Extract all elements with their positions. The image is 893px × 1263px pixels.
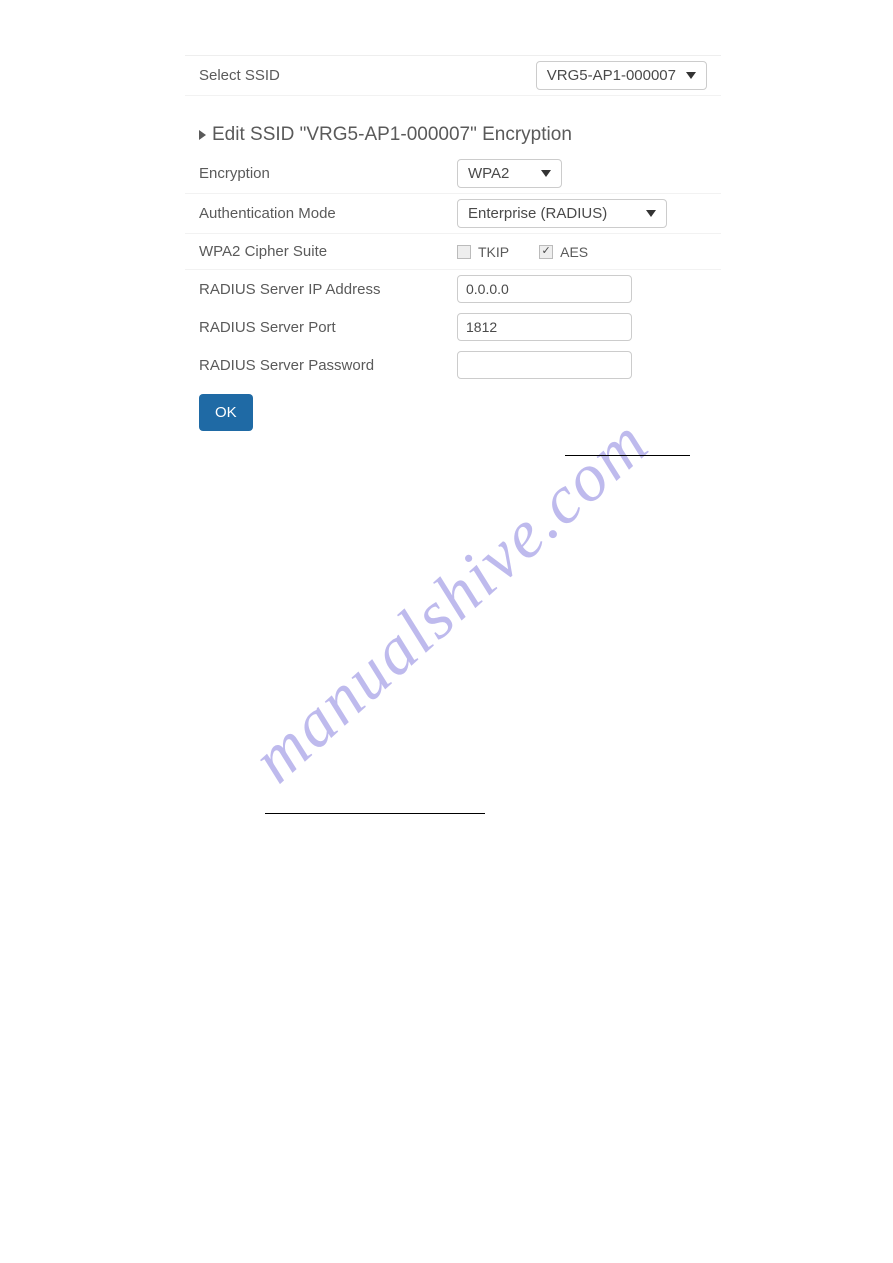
ok-button[interactable]: OK xyxy=(199,394,253,431)
radius-ip-input[interactable] xyxy=(457,275,632,303)
auth-mode-value: Enterprise (RADIUS) xyxy=(468,205,607,222)
ssid-select[interactable]: VRG5-AP1-000007 xyxy=(536,61,707,90)
chevron-down-icon xyxy=(541,170,551,177)
tkip-checkbox[interactable] xyxy=(457,245,471,259)
ssid-select-value: VRG5-AP1-000007 xyxy=(547,67,676,84)
encryption-panel: Select SSID VRG5-AP1-000007 Edit SSID "V… xyxy=(185,55,721,441)
radius-pass-input[interactable] xyxy=(457,351,632,379)
tkip-label: TKIP xyxy=(478,244,509,260)
select-ssid-row: Select SSID VRG5-AP1-000007 xyxy=(185,56,721,96)
encryption-row: Encryption WPA2 xyxy=(185,154,721,194)
radius-ip-label: RADIUS Server IP Address xyxy=(199,277,457,302)
decorative-line xyxy=(265,813,485,814)
chevron-right-icon xyxy=(199,130,206,140)
radius-ip-row: RADIUS Server IP Address xyxy=(185,270,721,308)
auth-mode-select[interactable]: Enterprise (RADIUS) xyxy=(457,199,667,228)
select-ssid-label: Select SSID xyxy=(199,63,446,88)
cipher-suite-row: WPA2 Cipher Suite TKIP AES xyxy=(185,234,721,270)
chevron-down-icon xyxy=(686,72,696,79)
radius-port-row: RADIUS Server Port xyxy=(185,308,721,346)
auth-mode-label: Authentication Mode xyxy=(199,201,457,226)
encryption-select[interactable]: WPA2 xyxy=(457,159,562,188)
chevron-down-icon xyxy=(646,210,656,217)
auth-mode-row: Authentication Mode Enterprise (RADIUS) xyxy=(185,194,721,234)
cipher-suite-label: WPA2 Cipher Suite xyxy=(199,239,457,264)
radius-pass-row: RADIUS Server Password xyxy=(185,346,721,384)
edit-ssid-title: Edit SSID "VRG5-AP1-000007" Encryption xyxy=(185,96,721,154)
radius-pass-label: RADIUS Server Password xyxy=(199,353,457,378)
encryption-label: Encryption xyxy=(199,161,457,186)
edit-ssid-title-text: Edit SSID "VRG5-AP1-000007" Encryption xyxy=(212,124,572,146)
radius-port-label: RADIUS Server Port xyxy=(199,315,457,340)
aes-label: AES xyxy=(560,244,588,260)
decorative-line xyxy=(565,455,690,456)
aes-checkbox[interactable] xyxy=(539,245,553,259)
encryption-value: WPA2 xyxy=(468,165,509,182)
radius-port-input[interactable] xyxy=(457,313,632,341)
